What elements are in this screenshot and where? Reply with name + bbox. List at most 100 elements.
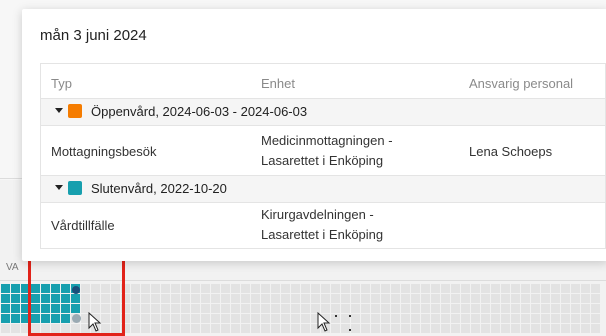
calendar-day-cell[interactable] (281, 314, 290, 323)
calendar-day-cell[interactable] (261, 304, 270, 313)
calendar-day-cell[interactable] (591, 304, 600, 313)
calendar-day-cell[interactable] (511, 314, 520, 323)
calendar-day-cell[interactable] (461, 284, 470, 293)
calendar-day-cell[interactable] (151, 324, 160, 333)
calendar-day-cell[interactable] (291, 314, 300, 323)
calendar-day-cell[interactable] (281, 324, 290, 333)
calendar-day-cell[interactable] (151, 314, 160, 323)
calendar-day-cell[interactable] (411, 324, 420, 333)
calendar-day-cell[interactable] (241, 284, 250, 293)
calendar-day-cell[interactable] (551, 304, 560, 313)
calendar-day-cell[interactable] (201, 294, 210, 303)
calendar-day-cell[interactable] (371, 314, 380, 323)
calendar-day-cell[interactable] (541, 314, 550, 323)
calendar-day-cell[interactable] (481, 294, 490, 303)
calendar-day-cell[interactable] (131, 294, 140, 303)
calendar-day-cell[interactable] (471, 284, 480, 293)
calendar-day-cell[interactable] (171, 314, 180, 323)
calendar-day-cell[interactable] (561, 284, 570, 293)
calendar-day-cell[interactable] (181, 284, 190, 293)
calendar-day-cell[interactable] (131, 324, 140, 333)
calendar-day-cell[interactable] (201, 314, 210, 323)
calendar-day-cell[interactable] (261, 324, 270, 333)
calendar-day-cell[interactable] (131, 304, 140, 313)
calendar-day-cell[interactable] (161, 294, 170, 303)
calendar-day-cell[interactable] (581, 294, 590, 303)
calendar-day-cell[interactable] (381, 324, 390, 333)
calendar-day-cell[interactable] (251, 314, 260, 323)
calendar-day-cell[interactable] (451, 284, 460, 293)
calendar-day-cell[interactable] (531, 314, 540, 323)
calendar-day-cell[interactable] (531, 294, 540, 303)
calendar-day-cell[interactable] (231, 294, 240, 303)
calendar-day-cell[interactable] (581, 304, 590, 313)
calendar-day-cell[interactable] (11, 314, 20, 323)
calendar-day-cell[interactable] (251, 284, 260, 293)
calendar-day-cell[interactable] (191, 304, 200, 313)
calendar-day-cell[interactable] (551, 284, 560, 293)
calendar-day-cell[interactable] (231, 304, 240, 313)
calendar-day-cell[interactable] (171, 324, 180, 333)
calendar-day-cell[interactable] (331, 304, 340, 313)
calendar-day-cell[interactable] (11, 324, 20, 333)
caret-down-icon[interactable] (55, 185, 63, 190)
calendar-day-cell[interactable] (271, 324, 280, 333)
calendar-day-cell[interactable] (221, 304, 230, 313)
calendar-day-cell[interactable] (301, 294, 310, 303)
calendar-day-cell[interactable] (591, 324, 600, 333)
calendar-day-cell[interactable] (481, 324, 490, 333)
calendar-day-cell[interactable] (1, 324, 10, 333)
calendar-day-cell[interactable] (471, 314, 480, 323)
calendar-day-cell[interactable] (571, 304, 580, 313)
calendar-day-cell[interactable] (501, 284, 510, 293)
calendar-day-cell[interactable] (141, 314, 150, 323)
calendar-day-cell[interactable] (161, 284, 170, 293)
calendar-day-cell[interactable] (291, 324, 300, 333)
calendar-day-cell[interactable] (401, 304, 410, 313)
calendar-day-cell[interactable] (451, 294, 460, 303)
calendar-day-cell[interactable] (181, 314, 190, 323)
calendar-day-cell[interactable] (401, 324, 410, 333)
calendar-day-cell[interactable] (361, 324, 370, 333)
calendar-day-cell[interactable] (211, 294, 220, 303)
calendar-day-cell[interactable] (301, 314, 310, 323)
calendar-day-cell[interactable] (581, 314, 590, 323)
calendar-day-cell[interactable] (461, 304, 470, 313)
calendar-day-cell[interactable] (441, 324, 450, 333)
calendar-day-cell[interactable] (431, 304, 440, 313)
group-row-slutenvard[interactable]: Slutenvård, 2022-10-20 (41, 176, 605, 202)
calendar-day-cell[interactable] (381, 304, 390, 313)
calendar-day-cell[interactable] (571, 324, 580, 333)
calendar-day-cell[interactable] (491, 314, 500, 323)
calendar-day-cell[interactable] (191, 324, 200, 333)
calendar-day-cell[interactable] (371, 304, 380, 313)
calendar-day-cell[interactable] (411, 284, 420, 293)
calendar-day-cell[interactable] (501, 304, 510, 313)
calendar-day-cell[interactable] (491, 324, 500, 333)
calendar-day-cell[interactable] (591, 284, 600, 293)
calendar-day-cell[interactable] (561, 294, 570, 303)
calendar-day-cell[interactable] (511, 294, 520, 303)
calendar-day-cell[interactable] (431, 294, 440, 303)
calendar-day-cell[interactable] (571, 294, 580, 303)
calendar-day-cell[interactable] (491, 294, 500, 303)
calendar-day-cell[interactable] (161, 304, 170, 313)
calendar-day-cell[interactable] (201, 284, 210, 293)
calendar-day-cell[interactable] (251, 324, 260, 333)
calendar-day-cell[interactable] (141, 304, 150, 313)
calendar-day-cell[interactable] (161, 314, 170, 323)
calendar-day-cell[interactable] (291, 304, 300, 313)
calendar-day-cell[interactable] (441, 314, 450, 323)
calendar-day-cell[interactable] (451, 314, 460, 323)
calendar-day-cell[interactable] (381, 314, 390, 323)
calendar-day-cell[interactable] (351, 304, 360, 313)
calendar-day-cell[interactable] (421, 324, 430, 333)
calendar-day-cell[interactable] (441, 294, 450, 303)
calendar-day-cell[interactable] (231, 284, 240, 293)
calendar-day-cell[interactable] (301, 284, 310, 293)
calendar-day-cell[interactable] (511, 284, 520, 293)
calendar-day-cell[interactable] (301, 324, 310, 333)
calendar-day-cell[interactable] (441, 284, 450, 293)
calendar-day-cell[interactable] (501, 294, 510, 303)
calendar-day-cell[interactable] (461, 324, 470, 333)
